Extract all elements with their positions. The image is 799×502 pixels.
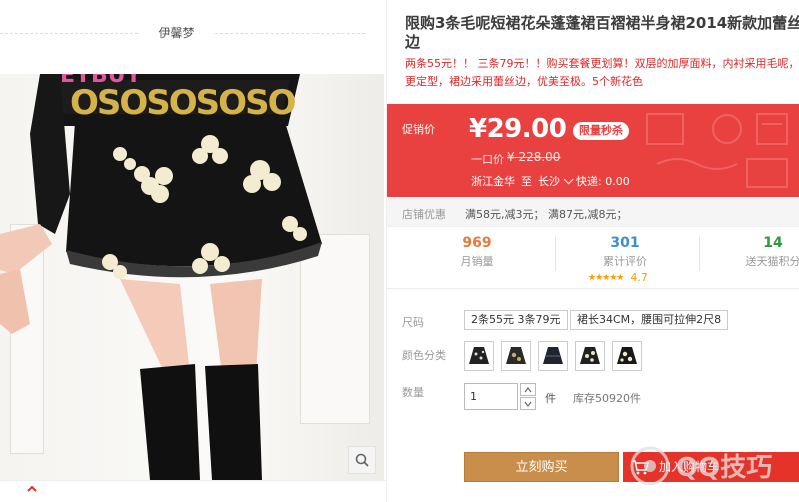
shop-name[interactable]: 伊馨梦 <box>138 24 215 41</box>
ship-from: 浙江金华 <box>471 175 515 188</box>
stat-value: 301 <box>610 235 640 251</box>
model-illustration: OSOSOSOSO EYBUY <box>0 74 322 480</box>
product-title: 限购3条毛呢短裙花朵蓬蓬裙百褶裙半身裙2014新款加蕾丝边 <box>405 14 799 51</box>
shop-header: 伊馨梦 <box>0 0 386 64</box>
product-photo[interactable]: OSOSOSOSO EYBUY <box>0 74 384 480</box>
divider <box>0 33 138 34</box>
color-swatch-4[interactable] <box>575 341 605 371</box>
promo-text: 满58元,减3元； 满87元,减8元； <box>465 208 628 221</box>
flash-sale-badge: 限量秒杀 <box>573 122 629 140</box>
stat-label: 送天猫积分 <box>745 255 799 268</box>
stock-count: 库存50920件 <box>573 392 641 405</box>
chevron-down-icon <box>563 174 574 185</box>
zoom-button[interactable] <box>348 446 376 474</box>
product-subtitle: 两条55元！！ 三条79元！！购买套餐更划算！双层的加厚面料，内衬采用毛呢，更定… <box>405 57 799 88</box>
add-to-cart-button[interactable]: 加入购物车 <box>623 452 799 482</box>
search-icon <box>355 453 369 467</box>
quantity-decrease-button[interactable] <box>520 397 536 410</box>
divider <box>699 237 700 271</box>
rating: ★★★★★ 4.7 <box>588 271 648 284</box>
color-swatch-3[interactable] <box>538 341 568 371</box>
cart-icon <box>632 460 649 475</box>
buy-now-button[interactable]: 立刻购买 <box>464 452 619 482</box>
skirt-thumbnail <box>506 347 526 364</box>
skirt-thumbnail <box>543 347 563 364</box>
shipping-info: 浙江金华 至 长沙 快递: 0.00 <box>471 173 630 189</box>
stat-value: 969 <box>462 235 492 251</box>
size-option[interactable]: 裙长34CM，腰围可拉伸2尺8 <box>570 310 729 330</box>
image-gallery: 伊馨梦 OSOSOSOSO EYBUY <box>0 0 386 502</box>
thumbnail-bar <box>0 480 386 502</box>
product-page: 伊馨梦 OSOSOSOSO EYBUY 限购3条毛呢短裙花朵蓬蓬裙百褶裙半身裙2… <box>0 0 799 502</box>
divider <box>555 237 556 271</box>
svg-text:EYBUY: EYBUY <box>60 74 143 88</box>
color-label: 颜色分类 <box>402 349 446 362</box>
decorative-pattern <box>646 113 788 188</box>
chevron-up-icon <box>524 386 532 392</box>
ship-to-select[interactable]: 长沙 <box>538 173 574 189</box>
ship-to-label: 至 <box>521 175 532 188</box>
stat-label: 累计评价 <box>603 255 647 268</box>
quantity-increase-button[interactable] <box>520 383 536 396</box>
color-swatch-2[interactable] <box>501 341 531 371</box>
promo-label: 店铺优惠 <box>402 208 446 221</box>
stat-value: 14 <box>763 235 783 251</box>
size-label: 尺码 <box>402 316 424 329</box>
divider <box>215 33 365 34</box>
size-option[interactable]: 2条55元 3条79元 <box>464 310 568 330</box>
svg-text:OSOSOSOSO: OSOSOSOSO <box>70 83 296 123</box>
quantity-input[interactable]: 1 <box>464 383 518 410</box>
color-swatch-1[interactable] <box>464 341 494 371</box>
price-label: 促销价 <box>402 123 435 136</box>
stat-points: 14 送天猫积分 <box>723 227 799 289</box>
skirt-thumbnail <box>580 347 600 364</box>
ship-to: 长沙 <box>538 175 560 188</box>
price-panel: 促销价 ¥29.00 限量秒杀 一口价 ¥ 228.00 浙江金华 至 长沙 快… <box>387 104 799 197</box>
color-swatch-5[interactable] <box>612 341 642 371</box>
skirt-thumbnail <box>469 347 489 364</box>
current-price: ¥29.00 <box>469 114 567 144</box>
stat-monthly-sales: 969 月销量 <box>427 227 527 289</box>
chevron-up-icon[interactable] <box>26 483 38 495</box>
skirt-thumbnail <box>617 347 637 364</box>
quantity-label: 数量 <box>402 386 424 399</box>
stat-label: 月销量 <box>460 255 494 268</box>
quantity-unit: 件 <box>545 392 556 405</box>
original-price: ¥ 228.00 <box>507 150 561 164</box>
rating-value: 4.7 <box>630 271 648 284</box>
ship-fee: 快递: 0.00 <box>576 175 630 188</box>
chevron-down-icon <box>524 401 532 407</box>
add-to-cart-label: 加入购物车 <box>659 460 720 474</box>
original-price-label: 一口价 <box>471 153 504 166</box>
store-promo: 店铺优惠 满58元,减3元； 满87元,减8元； <box>387 198 799 227</box>
product-info: 限购3条毛呢短裙花朵蓬蓬裙百褶裙半身裙2014新款加蕾丝边 两条55元！！ 三条… <box>387 0 799 502</box>
star-icon: ★★★★★ <box>588 272 624 283</box>
